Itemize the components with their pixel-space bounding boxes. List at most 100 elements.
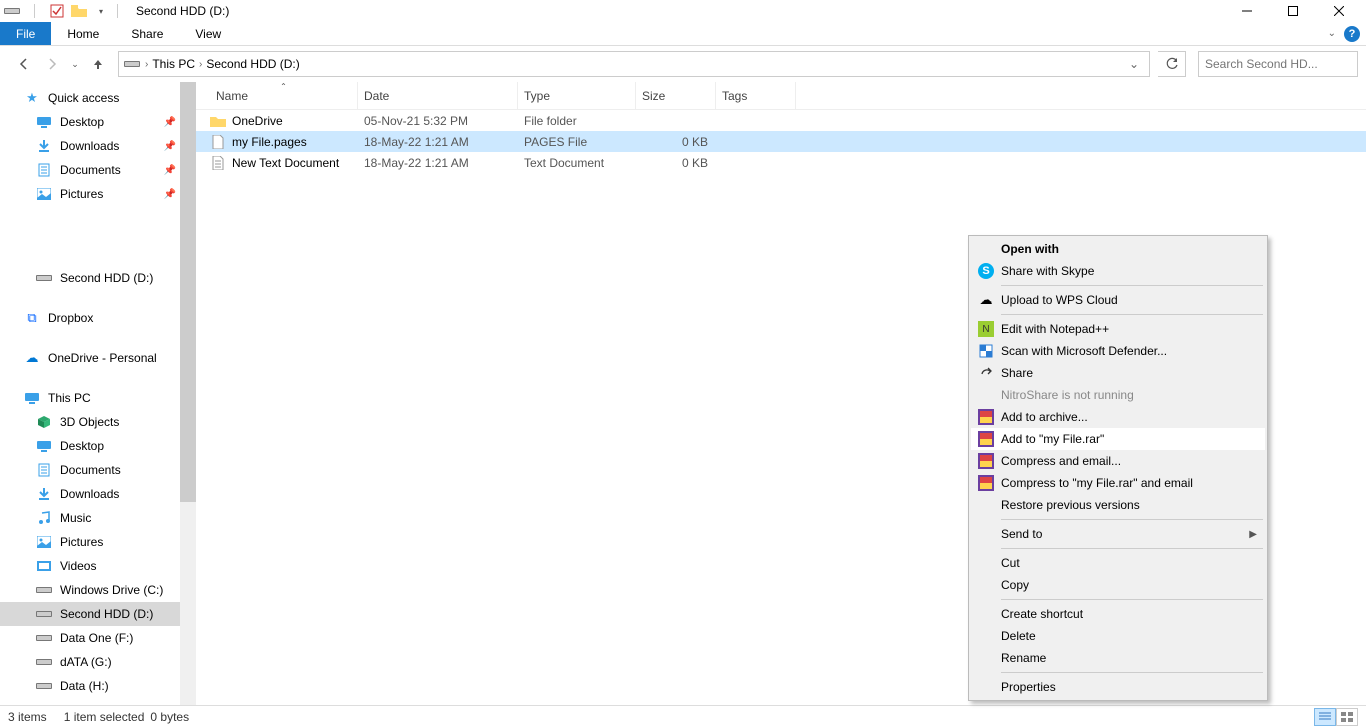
file-date: 18-May-22 1:21 AM [358,135,518,149]
drive-icon [36,606,52,622]
context-menu-item: NitroShare is not running [971,384,1265,406]
context-menu-item[interactable]: Properties [971,676,1265,698]
menu-item-label: Share [1001,366,1033,380]
recent-dropdown-icon[interactable]: ⌄ [68,52,82,76]
context-menu-item[interactable]: Compress to "my File.rar" and email [971,472,1265,494]
context-menu-item[interactable]: Add to "my File.rar" [971,428,1265,450]
navpane-item[interactable]: Desktop [0,434,196,458]
breadcrumb-segment[interactable]: This PC [152,57,195,71]
context-menu-item[interactable]: S Share with Skype [971,260,1265,282]
context-menu: Open with S Share with Skype ☁Upload to WPS… [968,235,1268,701]
navpane-item[interactable]: Documents📌 [0,158,196,182]
forward-button[interactable] [40,52,64,76]
breadcrumb-segment[interactable]: Second HDD (D:) [206,57,299,71]
context-menu-item[interactable]: Compress and email... [971,450,1265,472]
column-date[interactable]: Date [358,82,518,109]
navpane-item[interactable]: Data (H:) [0,674,196,698]
navpane-item[interactable]: Windows Drive (C:) [0,578,196,602]
search-box[interactable] [1198,51,1358,77]
navpane-item[interactable]: Documents [0,458,196,482]
maximize-button[interactable] [1270,0,1316,22]
navpane-item[interactable]: Second HDD (D:) [0,602,196,626]
context-menu-item[interactable]: Cut [971,552,1265,574]
menu-item-label: Properties [1001,680,1056,694]
context-menu-item[interactable]: Add to archive... [971,406,1265,428]
menu-item-label: Compress to "my File.rar" and email [1001,476,1193,490]
navpane-item[interactable]: Downloads [0,482,196,506]
folder-icon[interactable] [71,3,87,19]
navpane-item-dropbox[interactable]: ⧉Dropbox [0,306,196,330]
tab-share[interactable]: Share [115,22,179,45]
star-icon: ★ [24,90,40,106]
cube-icon [36,414,52,430]
minimize-button[interactable] [1224,0,1270,22]
file-row[interactable]: my File.pages18-May-22 1:21 AMPAGES File… [196,131,1366,152]
context-menu-item[interactable]: ☁Upload to WPS Cloud [971,289,1265,311]
status-selected-size: 0 bytes [150,710,189,724]
menu-item-label: Scan with Microsoft Defender... [1001,344,1167,358]
ribbon-collapse-icon[interactable]: ⌄ [1328,28,1336,39]
context-menu-item[interactable]: Send to▶ [971,523,1265,545]
window-title: Second HDD (D:) [136,4,229,18]
tab-file[interactable]: File [0,22,51,45]
navpane-item[interactable]: 3D Objects [0,410,196,434]
column-tags[interactable]: Tags [716,82,796,109]
context-menu-item[interactable]: Scan with Microsoft Defender... [971,340,1265,362]
up-button[interactable] [86,52,110,76]
column-type[interactable]: Type [518,82,636,109]
context-menu-item[interactable]: Delete [971,625,1265,647]
back-button[interactable] [12,52,36,76]
context-menu-item[interactable]: Share [971,362,1265,384]
context-menu-item[interactable]: Restore previous versions [971,494,1265,516]
skype-icon: S [977,262,995,280]
context-menu-item[interactable]: NEdit with Notepad++ [971,318,1265,340]
details-view-button[interactable] [1314,708,1336,726]
refresh-button[interactable] [1158,51,1186,77]
navpane-item[interactable]: Desktop📌 [0,110,196,134]
context-menu-item[interactable]: Rename [971,647,1265,669]
pin-icon: 📌 [164,141,176,152]
navpane-item[interactable]: Music [0,506,196,530]
drive-icon [36,678,52,694]
address-dropdown-icon[interactable]: ⌄ [1123,57,1145,71]
quick-access-header[interactable]: ★Quick access [0,86,196,110]
chevron-right-icon[interactable]: › [145,59,148,70]
menu-item-label: Share with Skype [1001,264,1094,278]
close-button[interactable] [1316,0,1362,22]
menu-separator [1001,314,1263,315]
context-menu-item[interactable]: Copy [971,574,1265,596]
address-bar[interactable]: › This PC › Second HDD (D:) ⌄ [118,51,1150,77]
file-row[interactable]: New Text Document18-May-22 1:21 AMText D… [196,152,1366,173]
drive-icon [36,270,52,286]
file-name: my File.pages [232,135,307,149]
title-bar: ▾ Second HDD (D:) [0,0,1366,22]
file-row[interactable]: OneDrive05-Nov-21 5:32 PMFile folder [196,110,1366,131]
tab-home[interactable]: Home [51,22,115,45]
properties-icon[interactable] [49,3,65,19]
navpane-item[interactable]: Pictures📌 [0,182,196,206]
navpane-item[interactable]: Downloads📌 [0,134,196,158]
document-icon [36,462,52,478]
help-icon[interactable]: ? [1344,26,1360,42]
navpane-item[interactable]: Data One (F:) [0,626,196,650]
file-date: 18-May-22 1:21 AM [358,156,518,170]
context-menu-item[interactable]: Create shortcut [971,603,1265,625]
menu-item-label: Open with [1001,242,1059,256]
rar-icon [977,408,995,426]
column-name[interactable]: ⌃Name [210,82,358,109]
context-menu-item[interactable]: Open with [971,238,1265,260]
column-size[interactable]: Size [636,82,716,109]
navpane-item[interactable]: Second HDD (D:) [0,266,196,290]
navpane-item-onedrive[interactable]: ☁OneDrive - Personal [0,346,196,370]
search-input[interactable] [1205,57,1360,71]
navpane-item[interactable]: Videos [0,554,196,578]
navpane-item-thispc[interactable]: This PC [0,386,196,410]
navpane-item[interactable]: Pictures [0,530,196,554]
icons-view-button[interactable] [1336,708,1358,726]
navpane-scrollbar[interactable] [180,82,196,705]
navpane-item[interactable]: dATA (G:) [0,650,196,674]
chevron-right-icon[interactable]: › [199,59,202,70]
tab-view[interactable]: View [179,22,237,45]
menu-item-label: Send to [1001,527,1042,541]
qat-dropdown-icon[interactable]: ▾ [93,3,109,19]
